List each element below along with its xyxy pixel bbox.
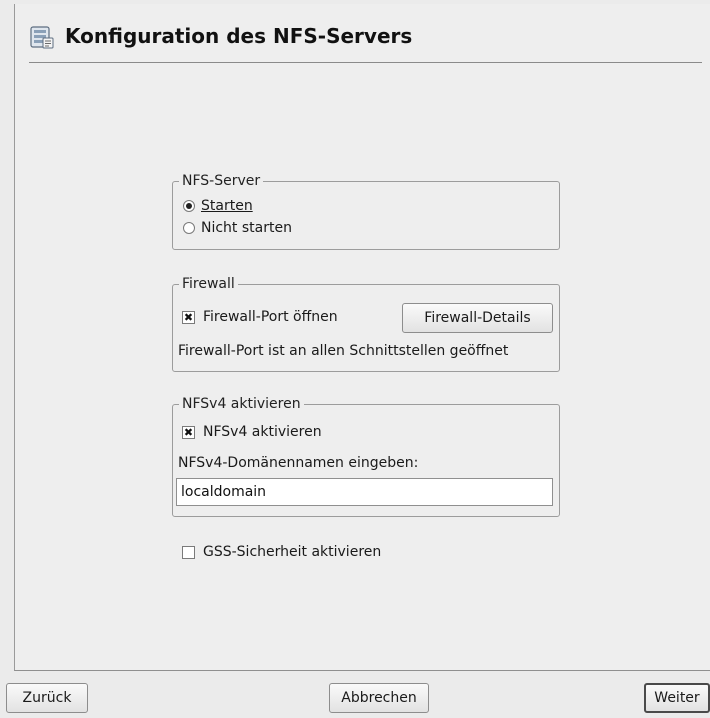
radio-not-start-indicator[interactable] <box>183 222 195 234</box>
nfsv4-check-indicator[interactable]: ✖ <box>182 425 195 439</box>
dialog-panel: Konfiguration des NFS-Servers NFS-Server… <box>14 4 710 671</box>
nfsv4-enable-label: NFSv4 aktivieren <box>203 424 322 440</box>
radio-start[interactable]: Starten <box>183 198 253 214</box>
radio-not-start[interactable]: Nicht starten <box>183 220 292 236</box>
gss-check-indicator[interactable] <box>182 545 195 559</box>
next-button[interactable]: Weiter <box>644 683 710 713</box>
nfsv4-domain-input[interactable] <box>176 478 553 506</box>
radio-not-start-label: Nicht starten <box>201 220 292 236</box>
firewall-status-text: Firewall-Port ist an allen Schnittstelle… <box>178 343 509 359</box>
firewall-legend: Firewall <box>182 276 235 292</box>
nfs-server-legend: NFS-Server <box>182 173 261 189</box>
back-button[interactable]: Zurück <box>6 683 88 713</box>
page-title: Konfiguration des NFS-Servers <box>65 24 413 48</box>
server-config-icon <box>30 26 54 49</box>
title-separator <box>29 62 702 63</box>
firewall-port-checkbox[interactable]: ✖ Firewall-Port öffnen <box>182 309 338 325</box>
gss-label: GSS-Sicherheit aktivieren <box>203 544 382 560</box>
cancel-button[interactable]: Abbrechen <box>329 683 429 713</box>
firewall-details-button[interactable]: Firewall-Details <box>402 303 553 333</box>
firewall-port-check-indicator[interactable]: ✖ <box>182 310 195 324</box>
radio-start-label: Starten <box>201 198 253 214</box>
nfsv4-legend: NFSv4 aktivieren <box>182 396 301 412</box>
radio-start-indicator[interactable] <box>183 200 195 212</box>
gss-checkbox[interactable]: GSS-Sicherheit aktivieren <box>182 544 381 560</box>
nfsv4-enable-checkbox[interactable]: ✖ NFSv4 aktivieren <box>182 424 322 440</box>
nfsv4-domain-label: NFSv4-Domänennamen eingeben: <box>178 455 419 471</box>
firewall-port-label: Firewall-Port öffnen <box>203 309 338 325</box>
